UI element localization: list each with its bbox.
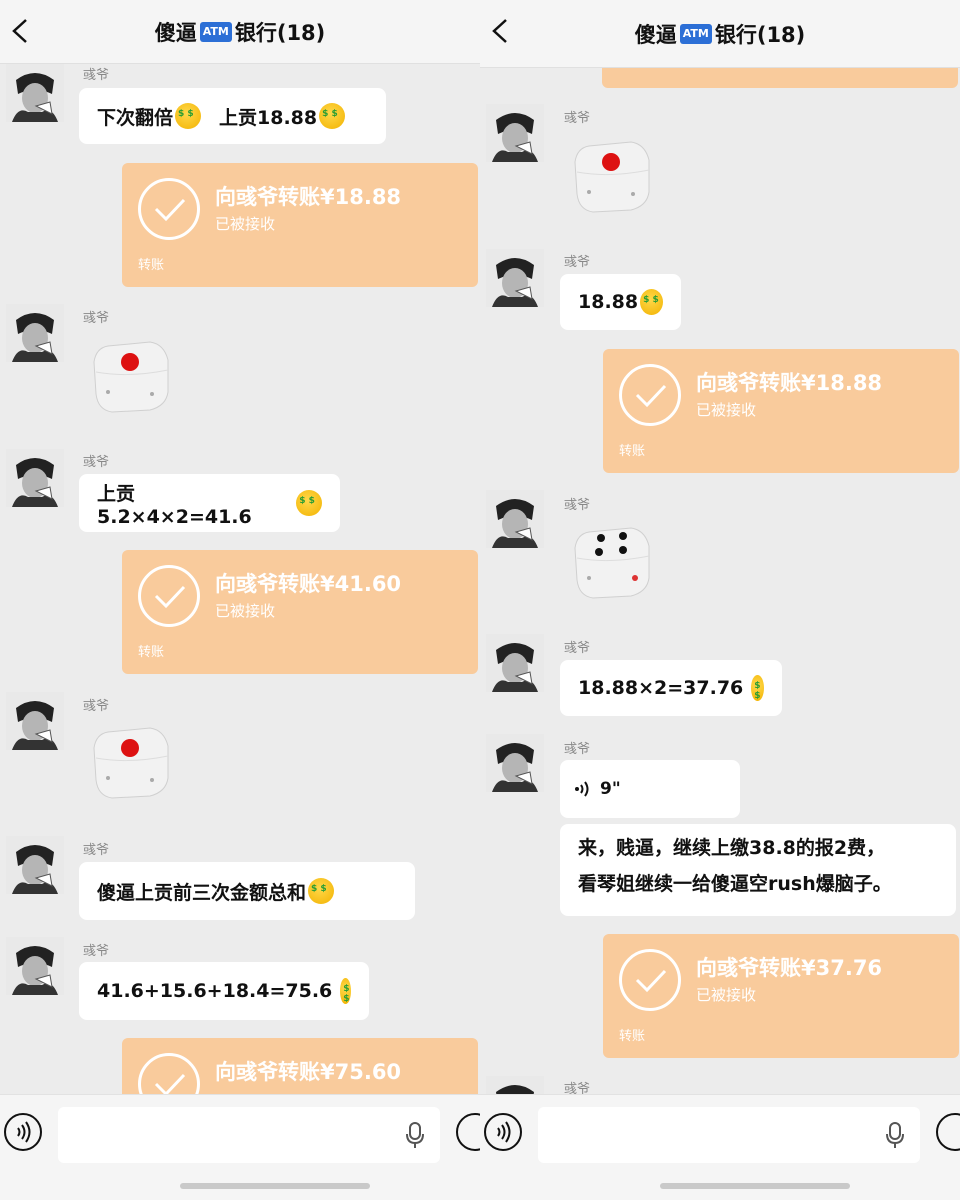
chat-panel-right: 傻逼 ATM 银行(18) 彧爷 彧爷 18.88 向彧爷转账¥18.88 已被… <box>480 0 960 1200</box>
transfer-card[interactable]: 向彧爷转账¥41.60 已被接收 转账 <box>122 550 478 674</box>
chat-panel-left: 傻逼 ATM 银行(18) 彧爷 下次翻倍 上贡18.88 向彧爷转账¥18.8… <box>0 0 480 1200</box>
screenshot-stage: 傻逼 ATM 银行(18) 彧爷 下次翻倍 上贡18.88 向彧爷转账¥18.8… <box>0 0 960 1200</box>
transfer-status: 已被接收 <box>696 986 757 1004</box>
transfer-card[interactable]: 向彧爷转账¥18.88 已被接收 转账 <box>122 163 478 287</box>
voice-duration: 9" <box>600 779 621 799</box>
message-bubble[interactable]: 18.88 <box>560 274 681 330</box>
transfer-card[interactable]: 向彧爷转账¥37.76 已被接收 转账 <box>603 934 959 1058</box>
money-mouth-emoji-icon <box>340 978 351 1004</box>
avatar[interactable] <box>6 836 64 894</box>
sender-name: 彧爷 <box>83 944 110 959</box>
message-bubble[interactable]: 来，贱逼，继续上缴38.8的报2费， 看琴姐继续一给傻逼空rush爆脑子。 <box>560 824 956 916</box>
check-circle-icon <box>619 364 681 426</box>
sender-name: 彧爷 <box>564 498 591 513</box>
message-bubble[interactable]: 下次翻倍 上贡18.88 <box>79 88 386 144</box>
sender-name: 彧爷 <box>564 255 591 270</box>
chat-header: 傻逼 ATM 银行(18) <box>0 0 480 64</box>
message-bubble[interactable]: 上贡5.2×4×2=41.6 <box>79 474 340 532</box>
avatar[interactable] <box>6 937 64 995</box>
money-mouth-emoji-icon <box>308 878 335 904</box>
check-circle-icon <box>138 565 200 627</box>
check-circle-icon <box>138 1053 200 1094</box>
sender-name: 彧爷 <box>83 311 110 326</box>
avatar[interactable] <box>6 304 64 362</box>
input-bar <box>0 1094 480 1200</box>
sender-name: 彧爷 <box>83 699 110 714</box>
emoji-picker-icon[interactable] <box>936 1113 960 1151</box>
message-bubble[interactable]: 18.88×2=37.76 <box>560 660 782 716</box>
dice-one-icon[interactable] <box>88 718 174 804</box>
transfer-title: 向彧爷转账¥37.76 <box>696 956 883 980</box>
dice-one-icon[interactable] <box>569 132 655 218</box>
microphone-icon[interactable] <box>884 1121 906 1149</box>
sender-name: 彧爷 <box>83 455 110 470</box>
transfer-card[interactable]: 向彧爷转账¥18.88 已被接收 转账 <box>603 349 959 473</box>
avatar[interactable] <box>486 1076 544 1094</box>
money-mouth-emoji-icon <box>296 490 322 516</box>
voice-input-icon[interactable] <box>484 1113 522 1151</box>
transfer-card[interactable] <box>602 68 958 88</box>
transfer-title: 向彧爷转账¥75.60 <box>215 1060 402 1084</box>
home-indicator <box>180 1183 370 1189</box>
sender-name: 彧爷 <box>564 641 591 656</box>
dice-one-icon[interactable] <box>88 332 174 418</box>
transfer-label: 转账 <box>619 444 646 459</box>
voice-message-bubble[interactable]: 9" <box>560 760 740 818</box>
transfer-card[interactable]: 向彧爷转账¥75.60 <box>122 1038 478 1094</box>
message-list[interactable]: 彧爷 彧爷 18.88 向彧爷转账¥18.88 已被接收 转账 彧爷 彧爷 <box>480 68 960 1094</box>
sender-name: 彧爷 <box>83 68 110 83</box>
message-list[interactable]: 彧爷 下次翻倍 上贡18.88 向彧爷转账¥18.88 已被接收 转账 彧爷 彧… <box>0 64 480 1094</box>
message-input[interactable] <box>58 1107 440 1163</box>
avatar[interactable] <box>486 490 544 548</box>
avatar[interactable] <box>6 64 64 122</box>
sender-name: 彧爷 <box>564 111 591 126</box>
voice-wave-icon <box>575 781 589 797</box>
microphone-icon[interactable] <box>404 1121 426 1149</box>
voice-input-icon[interactable] <box>4 1113 42 1151</box>
dice-four-icon[interactable] <box>569 518 655 604</box>
emoji-picker-icon[interactable] <box>456 1113 480 1151</box>
chat-header: 傻逼 ATM 银行(18) <box>480 0 960 68</box>
back-arrow-icon[interactable] <box>488 16 514 46</box>
money-mouth-emoji-icon <box>319 103 346 129</box>
transfer-label: 转账 <box>138 258 165 273</box>
message-bubble[interactable]: 41.6+15.6+18.4=75.6 <box>79 962 369 1020</box>
check-circle-icon <box>138 178 200 240</box>
transfer-title: 向彧爷转账¥18.88 <box>696 371 883 395</box>
transfer-status: 已被接收 <box>215 602 276 620</box>
avatar[interactable] <box>6 692 64 750</box>
money-mouth-emoji-icon <box>640 289 663 315</box>
chat-title: 傻逼 ATM 银行(18) <box>154 20 326 45</box>
back-arrow-icon[interactable] <box>8 16 34 46</box>
avatar[interactable] <box>486 104 544 162</box>
input-bar <box>480 1094 960 1200</box>
avatar[interactable] <box>486 734 544 792</box>
transfer-label: 转账 <box>138 645 165 660</box>
transfer-title: 向彧爷转账¥41.60 <box>215 572 402 596</box>
message-bubble[interactable]: 傻逼上贡前三次金额总和 <box>79 862 415 920</box>
transfer-title: 向彧爷转账¥18.88 <box>215 185 402 209</box>
avatar[interactable] <box>6 449 64 507</box>
transfer-status: 已被接收 <box>696 401 757 419</box>
avatar[interactable] <box>486 634 544 692</box>
transfer-label: 转账 <box>619 1029 646 1044</box>
atm-badge: ATM <box>679 23 712 44</box>
transfer-status: 已被接收 <box>215 215 276 233</box>
money-mouth-emoji-icon <box>751 675 764 701</box>
money-mouth-emoji-icon <box>175 103 202 129</box>
chat-title: 傻逼 ATM 银行(18) <box>634 22 806 47</box>
message-input[interactable] <box>538 1107 920 1163</box>
avatar[interactable] <box>486 249 544 307</box>
sender-name: 彧爷 <box>83 843 110 858</box>
sender-name: 彧爷 <box>564 742 591 757</box>
atm-badge: ATM <box>199 21 232 42</box>
check-circle-icon <box>619 949 681 1011</box>
home-indicator <box>660 1183 850 1189</box>
sender-name: 彧爷 <box>564 1082 591 1094</box>
